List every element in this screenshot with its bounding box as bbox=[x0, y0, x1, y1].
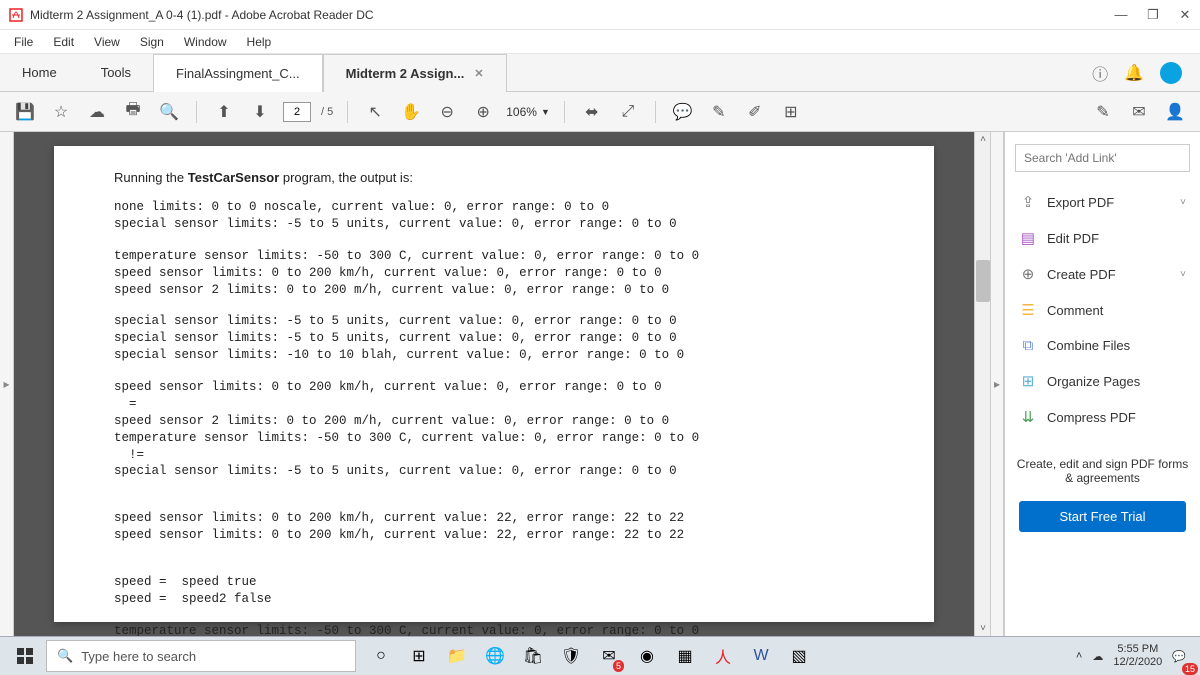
close-tab-icon[interactable]: ✕ bbox=[474, 67, 483, 80]
sidebar-search-input[interactable] bbox=[1015, 144, 1190, 172]
highlight-icon[interactable]: ✐ bbox=[742, 99, 768, 125]
right-panel-toggle[interactable]: ▸ bbox=[990, 132, 1004, 636]
tab-home[interactable]: Home bbox=[0, 54, 79, 92]
start-button[interactable] bbox=[6, 640, 44, 672]
tool-export-pdf[interactable]: ⇪Export PDF˅ bbox=[1009, 184, 1196, 220]
star-icon[interactable]: ☆ bbox=[48, 99, 74, 125]
search-icon[interactable]: 🔍 bbox=[156, 99, 182, 125]
tool-combine-files[interactable]: ⧉Combine Files bbox=[1009, 328, 1196, 363]
stamp-icon[interactable]: ⊞ bbox=[778, 99, 804, 125]
vertical-scrollbar[interactable]: ˄ ˅ bbox=[974, 132, 990, 636]
taskbar-search[interactable]: 🔍 Type here to search bbox=[46, 640, 356, 672]
user-avatar[interactable] bbox=[1160, 62, 1182, 84]
maximize-button[interactable]: ❐ bbox=[1146, 7, 1160, 23]
left-panel-toggle[interactable]: ▸ bbox=[0, 132, 14, 636]
doc-heading: Running the TestCarSensor program, the o… bbox=[114, 170, 874, 185]
word-icon[interactable]: W bbox=[744, 640, 778, 672]
tools-sidebar: ⇪Export PDF˅ ▤Edit PDF ⊕Create PDF˅ ☰Com… bbox=[1004, 132, 1200, 636]
pdf-page: Running the TestCarSensor program, the o… bbox=[54, 146, 934, 622]
tab-tools[interactable]: Tools bbox=[79, 54, 153, 92]
scrollbar-thumb[interactable] bbox=[976, 260, 990, 302]
system-clock[interactable]: 5:55 PM 12/2/2020 bbox=[1113, 643, 1162, 669]
acrobat-icon bbox=[8, 7, 24, 23]
save-icon[interactable]: 💾 bbox=[12, 99, 38, 125]
minimize-button[interactable]: — bbox=[1114, 7, 1128, 22]
menu-view[interactable]: View bbox=[84, 33, 130, 51]
zoom-level[interactable]: 106% ▼ bbox=[506, 105, 550, 119]
page-number-input[interactable] bbox=[283, 102, 311, 122]
bell-icon[interactable]: 🔔 bbox=[1124, 63, 1144, 83]
notifications-icon[interactable]: 💬15 bbox=[1172, 650, 1186, 663]
cortana-icon[interactable]: ○ bbox=[364, 640, 398, 672]
acrobat-taskbar-icon[interactable]: 人 bbox=[706, 640, 740, 672]
tool-create-pdf[interactable]: ⊕Create PDF˅ bbox=[1009, 256, 1196, 292]
document-viewport[interactable]: Running the TestCarSensor program, the o… bbox=[14, 132, 974, 636]
search-icon: 🔍 bbox=[57, 648, 73, 664]
tool-edit-pdf[interactable]: ▤Edit PDF bbox=[1009, 220, 1196, 256]
tab-doc-1[interactable]: FinalAssingment_C... bbox=[153, 54, 323, 92]
email-icon[interactable]: ✉ bbox=[1126, 99, 1152, 125]
share-icon[interactable]: ✎ bbox=[1090, 99, 1116, 125]
tool-compress-pdf[interactable]: ⇊Compress PDF bbox=[1009, 399, 1196, 435]
output-block-4: speed sensor limits: 0 to 200 km/h, curr… bbox=[114, 379, 874, 480]
tab-doc-2[interactable]: Midterm 2 Assign...✕ bbox=[323, 54, 507, 92]
print-icon[interactable]: 🖶 bbox=[120, 99, 146, 125]
zoom-in-icon[interactable]: ⊕ bbox=[470, 99, 496, 125]
store-icon[interactable]: 🛍 bbox=[516, 640, 550, 672]
output-block-7: temperature sensor limits: -50 to 300 C,… bbox=[114, 623, 874, 636]
start-free-trial-button[interactable]: Start Free Trial bbox=[1019, 501, 1186, 532]
output-block-5: speed sensor limits: 0 to 200 km/h, curr… bbox=[114, 510, 874, 544]
promo-text: Create, edit and sign PDF forms & agreem… bbox=[1005, 441, 1200, 501]
pointer-icon[interactable]: ↖ bbox=[362, 99, 388, 125]
cloud-up-icon[interactable]: ☁ bbox=[84, 99, 110, 125]
menu-bar: File Edit View Sign Window Help bbox=[0, 30, 1200, 54]
output-block-2: temperature sensor limits: -50 to 300 C,… bbox=[114, 248, 874, 299]
menu-sign[interactable]: Sign bbox=[130, 33, 174, 51]
help-icon[interactable]: ⓘ bbox=[1092, 61, 1108, 85]
zoom-out-icon[interactable]: ⊖ bbox=[434, 99, 460, 125]
menu-help[interactable]: Help bbox=[237, 33, 282, 51]
menu-file[interactable]: File bbox=[4, 33, 43, 51]
page-total: / 5 bbox=[321, 106, 333, 118]
tool-organize-pages[interactable]: ⊞Organize Pages bbox=[1009, 363, 1196, 399]
window-title: Midterm 2 Assignment_A 0-4 (1).pdf - Ado… bbox=[30, 8, 1114, 22]
comment-icon[interactable]: 💬 bbox=[670, 99, 696, 125]
file-explorer-icon[interactable]: 📁 bbox=[440, 640, 474, 672]
sign-icon[interactable]: ✎ bbox=[706, 99, 732, 125]
edge-icon[interactable]: 🌐 bbox=[478, 640, 512, 672]
fit-width-icon[interactable]: ⬌ bbox=[579, 99, 605, 125]
output-block-1: none limits: 0 to 0 noscale, current val… bbox=[114, 199, 874, 233]
app-icon-2[interactable]: ▧ bbox=[782, 640, 816, 672]
tool-comment[interactable]: ☰Comment bbox=[1009, 292, 1196, 328]
people-icon[interactable]: 👤 bbox=[1162, 99, 1188, 125]
mcafee-icon[interactable]: 🛡 bbox=[554, 640, 588, 672]
chrome-icon[interactable]: ◉ bbox=[630, 640, 664, 672]
app-icon-1[interactable]: ▦ bbox=[668, 640, 702, 672]
task-view-icon[interactable]: ⊞ bbox=[402, 640, 436, 672]
output-block-3: special sensor limits: -5 to 5 units, cu… bbox=[114, 313, 874, 364]
output-block-6: speed = speed true speed = speed2 false bbox=[114, 574, 874, 608]
windows-taskbar: 🔍 Type here to search ○ ⊞ 📁 🌐 🛍 🛡 ✉5 ◉ ▦… bbox=[0, 636, 1200, 675]
tray-chevron-icon[interactable]: ˄ bbox=[1076, 650, 1082, 662]
page-down-icon[interactable]: ⬇ bbox=[247, 99, 273, 125]
mail-icon[interactable]: ✉5 bbox=[592, 640, 626, 672]
menu-window[interactable]: Window bbox=[174, 33, 237, 51]
close-button[interactable]: ✕ bbox=[1178, 7, 1192, 23]
menu-edit[interactable]: Edit bbox=[43, 33, 84, 51]
page-up-icon[interactable]: ⬆ bbox=[211, 99, 237, 125]
onedrive-icon[interactable]: ☁ bbox=[1092, 650, 1103, 663]
fit-page-icon[interactable]: ⤢ bbox=[615, 99, 641, 125]
hand-icon[interactable]: ✋ bbox=[398, 99, 424, 125]
